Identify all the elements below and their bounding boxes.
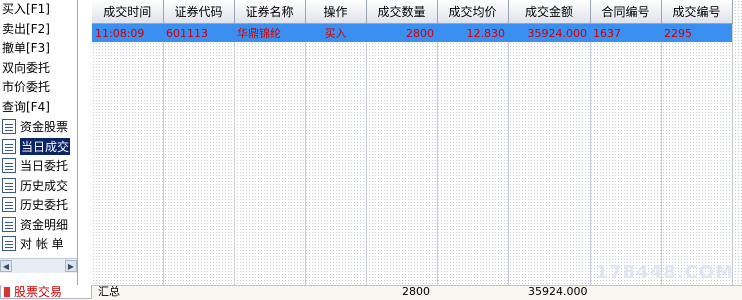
query-statement[interactable]: 对 帐 单 (0, 234, 77, 254)
summary-qty: 2800 (402, 285, 430, 298)
document-icon (2, 177, 16, 193)
menu-cancel[interactable]: 撤单[F3] (0, 39, 77, 59)
query-item-label: 当日成交 (20, 137, 71, 155)
query-item-label: 当日委托 (20, 159, 69, 174)
menu-two-way-order[interactable]: 双向委托 (0, 59, 77, 79)
document-icon (2, 236, 16, 252)
menu-buy[interactable]: 买入[F1] (0, 0, 77, 20)
trades-table: 成交时间 证券代码 证券名称 操作 成交数量 成交均价 成交金额 合同编号 成交… (92, 0, 733, 42)
header-trade-time[interactable]: 成交时间 (92, 0, 164, 24)
cell-avg-price: 12.830 (437, 23, 508, 42)
column-divider (508, 24, 509, 286)
menu-market-order[interactable]: 市价委托 (0, 78, 77, 98)
scroll-left-icon[interactable]: ◀ (0, 260, 12, 272)
cell-trade-no: 2295 (661, 23, 732, 42)
column-divider (590, 24, 591, 286)
query-today-orders[interactable]: 当日委托 (0, 156, 77, 176)
menu-query[interactable]: 查询[F4] (0, 98, 77, 118)
sidebar-nav: 买入[F1] 卖出[F2] 撤单[F3] 双向委托 市价委托 查询[F4] 资金… (0, 0, 78, 285)
cell-security-name: 华鼎锦纶 (234, 23, 305, 42)
document-icon (2, 197, 16, 213)
tab-label: 股票交易 (14, 285, 63, 299)
header-security-name[interactable]: 证券名称 (234, 0, 306, 24)
trades-grid: 成交时间 证券代码 证券名称 操作 成交数量 成交均价 成交金额 合同编号 成交… (92, 0, 742, 286)
cell-trade-amount: 35924.000 (508, 23, 590, 42)
cell-trade-time: 11:08:09 (92, 23, 163, 42)
document-icon (2, 119, 16, 135)
header-trade-amount[interactable]: 成交金额 (508, 0, 591, 24)
column-divider (732, 24, 733, 286)
query-item-label: 资金股票 (20, 120, 69, 135)
query-history-trades[interactable]: 历史成交 (0, 176, 77, 196)
table-header-row: 成交时间 证券代码 证券名称 操作 成交数量 成交均价 成交金额 合同编号 成交… (92, 0, 733, 24)
column-divider (163, 24, 164, 286)
cell-security-code: 601113 (163, 23, 234, 42)
tab-stock-trading[interactable]: 股票交易 (0, 285, 92, 299)
column-divider (234, 24, 235, 286)
document-icon (2, 158, 16, 174)
query-today-trades[interactable]: 当日成交 (0, 137, 77, 157)
document-icon (2, 138, 16, 154)
document-icon (2, 216, 16, 232)
header-security-code[interactable]: 证券代码 (163, 0, 235, 24)
column-divider (366, 24, 367, 286)
summary-label: 汇总 (98, 285, 120, 298)
column-divider (661, 24, 662, 286)
query-item-label: 对 帐 单 (20, 237, 64, 252)
query-item-label: 历史委托 (20, 198, 69, 213)
cell-contract-no: 1637 (590, 23, 661, 42)
summary-amount: 35924.000 (528, 285, 588, 298)
cell-action: 买入 (305, 23, 366, 42)
cell-trade-qty: 2800 (366, 23, 437, 42)
scroll-right-icon[interactable]: ▶ (65, 260, 77, 272)
query-item-label: 资金明细 (20, 217, 69, 232)
header-action[interactable]: 操作 (305, 0, 367, 24)
query-fund-details[interactable]: 资金明细 (0, 215, 77, 235)
column-divider (437, 24, 438, 286)
sidebar-horizontal-scrollbar[interactable]: ◀ ▶ (0, 258, 77, 273)
tab-marker-icon (4, 286, 10, 297)
header-avg-price[interactable]: 成交均价 (437, 0, 509, 24)
summary-row: 汇总 2800 35924.000 (92, 285, 742, 299)
query-funds-stocks[interactable]: 资金股票 (0, 117, 77, 137)
table-row[interactable]: 11:08:09 601113 华鼎锦纶 买入 2800 12.830 3592… (92, 23, 732, 42)
menu-sell[interactable]: 卖出[F2] (0, 20, 77, 40)
header-trade-no[interactable]: 成交编号 (661, 0, 733, 24)
watermark: 178448.COM (595, 262, 734, 283)
query-history-orders[interactable]: 历史委托 (0, 195, 77, 215)
column-divider (305, 24, 306, 286)
header-contract-no[interactable]: 合同编号 (590, 0, 662, 24)
header-trade-qty[interactable]: 成交数量 (366, 0, 438, 24)
query-item-label: 历史成交 (20, 178, 69, 193)
